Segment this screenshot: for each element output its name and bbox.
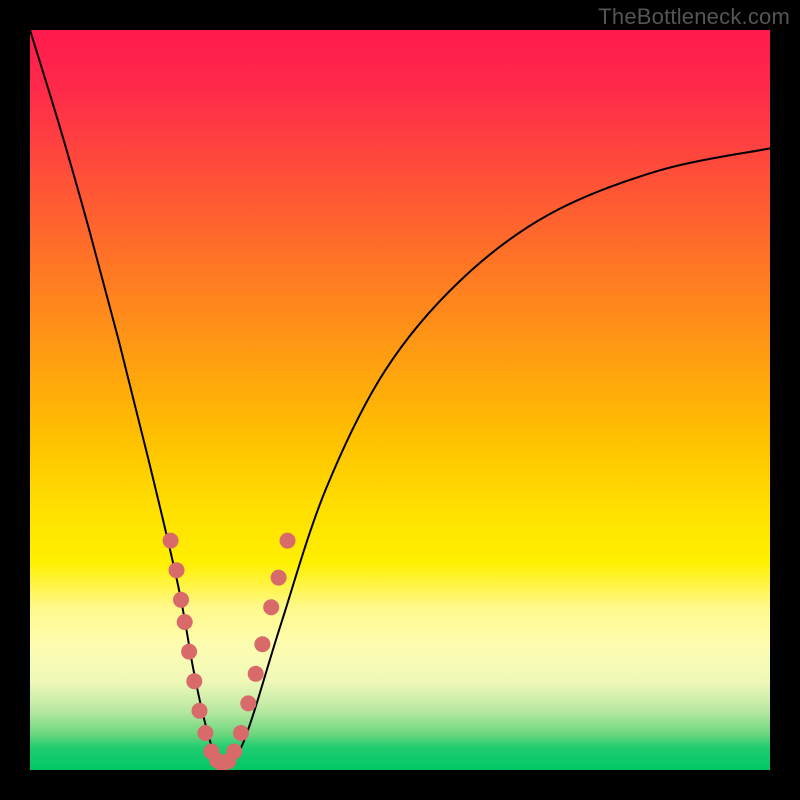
- data-marker: [226, 744, 242, 760]
- data-marker: [177, 614, 193, 630]
- data-marker: [248, 666, 264, 682]
- data-marker: [186, 673, 202, 689]
- bottleneck-curve: [30, 30, 770, 763]
- data-marker: [254, 636, 270, 652]
- data-marker: [192, 703, 208, 719]
- data-marker: [240, 695, 256, 711]
- data-marker: [271, 570, 287, 586]
- chart-frame: TheBottleneck.com: [0, 0, 800, 800]
- data-marker: [280, 533, 296, 549]
- chart-svg: [30, 30, 770, 770]
- data-marker: [233, 725, 249, 741]
- data-marker: [163, 533, 179, 549]
- gradient-plot-area: [30, 30, 770, 770]
- watermark-text: TheBottleneck.com: [598, 4, 790, 30]
- curve-layer: [30, 30, 770, 763]
- data-marker: [263, 599, 279, 615]
- data-marker: [173, 592, 189, 608]
- data-marker: [169, 562, 185, 578]
- marker-layer: [163, 533, 296, 770]
- data-marker: [197, 725, 213, 741]
- data-marker: [181, 644, 197, 660]
